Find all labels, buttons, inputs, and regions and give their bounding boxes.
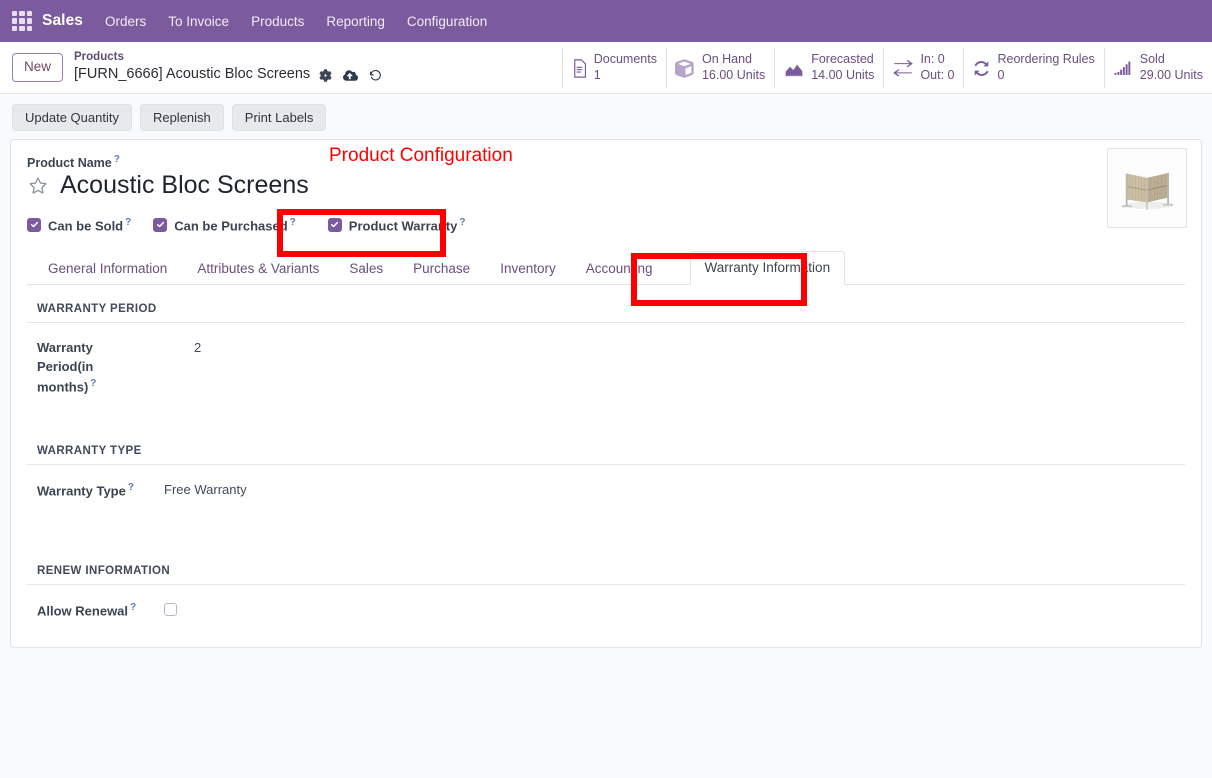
product-warranty-group: Product Warranty?: [327, 216, 466, 233]
warranty-period-label: Warranty Period(in months)?: [37, 339, 97, 394]
warranty-period-value[interactable]: 2: [149, 339, 201, 358]
can-be-purchased-group: Can be Purchased?: [153, 217, 296, 233]
app-brand-sales[interactable]: Sales: [42, 12, 83, 30]
can-be-sold-group: Can be Sold?: [27, 217, 131, 233]
tab-warranty-information[interactable]: Warranty Information: [689, 250, 846, 285]
product-flags-row: Can be Sold? Can be Purchased? Product W…: [27, 217, 1185, 233]
nav-menu-products[interactable]: Products: [251, 14, 304, 29]
tab-purchase[interactable]: Purchase: [398, 252, 485, 285]
tab-sales[interactable]: Sales: [334, 252, 398, 285]
control-panel: New Products [FURN_6666] Acoustic Bloc S…: [0, 42, 1212, 94]
can-be-purchased-label: Can be Purchased?: [174, 216, 296, 233]
allow-renewal-checkbox[interactable]: [164, 602, 177, 616]
document-icon: [571, 58, 588, 78]
discard-undo-icon[interactable]: [369, 69, 382, 82]
tab-inventory[interactable]: Inventory: [485, 252, 571, 285]
apps-grid-icon[interactable]: [12, 11, 32, 31]
stat-value: 16.00 Units: [701, 68, 766, 82]
section-body-warranty-period: Warranty Period(in months)? 2: [27, 323, 1185, 397]
stat-button-in-out[interactable]: In: 0 Out: 0: [883, 48, 964, 88]
acoustic-screen-thumbnail: [1111, 152, 1183, 224]
nav-menu-configuration[interactable]: Configuration: [407, 14, 487, 29]
form-sheet-wrapper: Product Name? Acoustic Bloc Screens Prod…: [0, 139, 1212, 648]
field-row-warranty-period: Warranty Period(in months)? 2: [37, 339, 1185, 397]
breadcrumb-parent-products[interactable]: Products: [74, 50, 393, 66]
can-be-sold-label: Can be Sold?: [48, 216, 132, 233]
form-sheet: Product Name? Acoustic Bloc Screens Prod…: [10, 139, 1202, 648]
product-warranty-label: Product Warranty?: [348, 216, 466, 233]
field-row-warranty-type: Warranty Type? Free Warranty: [37, 481, 1185, 501]
annotation-product-configuration: Product Configuration: [329, 145, 513, 166]
stat-label: Reordering Rules: [997, 52, 1095, 67]
can-be-sold-checkbox[interactable]: [27, 217, 41, 232]
stat-label: Forecasted: [811, 52, 874, 67]
boxes-icon: [674, 58, 696, 78]
print-labels-button[interactable]: Print Labels: [231, 104, 327, 131]
section-body-warranty-type: Warranty Type? Free Warranty: [27, 465, 1185, 527]
breadcrumb: Products [FURN_6666] Acoustic Bloc Scree…: [74, 50, 393, 85]
stat-value: 29.00 Units: [1139, 68, 1203, 82]
stat-value: Out: 0: [920, 68, 955, 82]
section-body-renew-information: Allow Renewal?: [27, 585, 1185, 647]
action-buttons-row: Update Quantity Replenish Print Labels: [0, 94, 1212, 139]
help-tooltip-icon[interactable]: ?: [114, 154, 120, 165]
warranty-type-value[interactable]: Free Warranty: [149, 481, 247, 500]
product-title-row: Acoustic Bloc Screens: [27, 172, 1185, 200]
gear-icon[interactable]: [319, 68, 332, 82]
nav-menu-reporting[interactable]: Reporting: [326, 14, 385, 29]
stat-value: 14.00 Units: [811, 68, 875, 82]
help-tooltip-icon[interactable]: ?: [125, 217, 131, 228]
can-be-purchased-checkbox[interactable]: [153, 217, 168, 232]
warranty-type-label: Warranty Type?: [37, 481, 134, 499]
allow-renewal-value: [149, 601, 177, 621]
nav-menu-orders[interactable]: Orders: [105, 14, 146, 29]
update-quantity-button[interactable]: Update Quantity: [12, 104, 132, 131]
section-heading-warranty-period: WARRANTY PERIOD: [27, 303, 1185, 323]
stat-value: 1: [593, 68, 601, 82]
stat-button-documents[interactable]: Documents 1: [561, 48, 666, 88]
new-button[interactable]: New: [12, 53, 64, 82]
help-tooltip-icon[interactable]: ?: [290, 217, 296, 228]
help-tooltip-icon[interactable]: ?: [130, 602, 136, 613]
stat-label: On Hand: [701, 52, 752, 67]
help-tooltip-icon[interactable]: ?: [459, 217, 465, 228]
product-name-label: Product Name?: [27, 154, 120, 171]
stat-label: Documents: [593, 52, 657, 67]
nav-menu-to-invoice[interactable]: To Invoice: [168, 14, 229, 29]
area-chart-icon: [783, 59, 805, 78]
page-title: Acoustic Bloc Screens: [60, 171, 309, 200]
section-heading-renew-information: RENEW INFORMATION: [27, 565, 1185, 585]
stat-buttons-group: Documents 1 On Hand 16.00 Units Forecast…: [561, 48, 1212, 88]
stat-label: Sold: [1139, 52, 1165, 67]
top-navbar: Sales Orders To Invoice Products Reporti…: [0, 0, 1212, 42]
help-tooltip-icon[interactable]: ?: [90, 378, 96, 389]
exchange-arrows-icon: [892, 59, 914, 78]
product-warranty-checkbox[interactable]: [327, 217, 342, 232]
section-heading-warranty-type: WARRANTY TYPE: [27, 445, 1185, 465]
stat-button-sold[interactable]: Sold 29.00 Units: [1103, 48, 1212, 88]
refresh-cycle-icon: [972, 59, 991, 78]
stat-value: 0: [997, 68, 1005, 82]
replenish-button[interactable]: Replenish: [139, 104, 224, 131]
stat-button-reordering-rules[interactable]: Reordering Rules 0: [963, 48, 1104, 88]
tab-attributes-variants[interactable]: Attributes & Variants: [182, 252, 334, 285]
stat-label: In: 0: [920, 52, 945, 67]
stat-button-forecasted[interactable]: Forecasted 14.00 Units: [774, 48, 884, 88]
tab-accounting[interactable]: Accounting: [571, 252, 668, 285]
breadcrumb-current-record: [FURN_6666] Acoustic Bloc Screens: [74, 66, 311, 83]
warranty-information-pane: WARRANTY PERIOD Warranty Period(in month…: [27, 285, 1185, 647]
field-row-allow-renewal: Allow Renewal?: [37, 601, 1185, 621]
help-tooltip-icon[interactable]: ?: [128, 482, 134, 493]
star-outline-icon[interactable]: [27, 175, 49, 196]
tab-general-information[interactable]: General Information: [33, 252, 182, 285]
form-notebook-tabs: General Information Attributes & Variant…: [27, 250, 1185, 285]
allow-renewal-label: Allow Renewal?: [37, 601, 137, 619]
cloud-upload-icon[interactable]: [343, 69, 359, 82]
bar-chart-icon: [1113, 59, 1134, 78]
stat-button-on-hand[interactable]: On Hand 16.00 Units: [665, 48, 775, 88]
